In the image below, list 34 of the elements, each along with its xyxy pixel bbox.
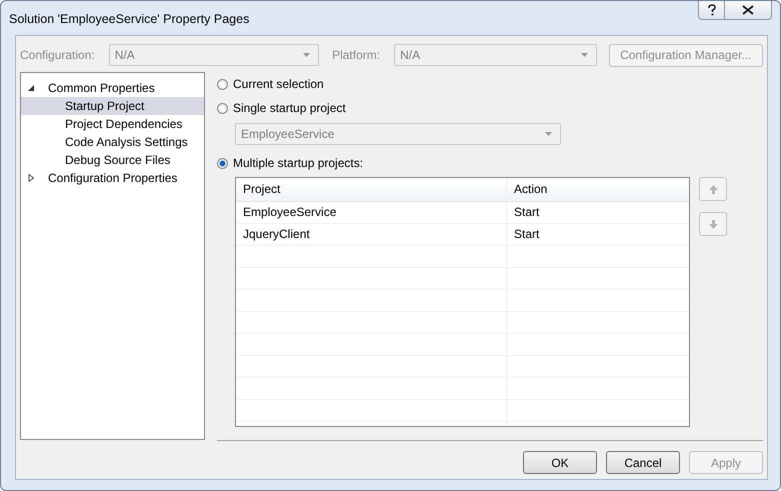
radio-button[interactable] — [217, 102, 228, 114]
column-header[interactable]: Action — [507, 178, 689, 201]
column-header[interactable]: Project — [236, 178, 507, 201]
radio-label[interactable]: Multiple startup projects: — [233, 156, 364, 170]
dialog-button[interactable]: Cancel — [606, 451, 680, 474]
close-button[interactable] — [725, 1, 772, 20]
table-cell: EmployeeService — [236, 202, 507, 223]
radio-label[interactable]: Current selection — [233, 77, 324, 91]
tree-item[interactable]: Configuration Properties — [46, 170, 180, 186]
platform-label: Platform: — [332, 48, 380, 62]
help-icon — [706, 4, 716, 16]
dialog-button[interactable]: OK — [523, 451, 597, 474]
table-cell[interactable]: Start — [507, 224, 689, 245]
tree-item[interactable]: Common Properties — [46, 80, 157, 96]
tree-item[interactable]: Code Analysis Settings — [21, 133, 204, 151]
radio-button[interactable] — [217, 158, 228, 168]
up-arrow-icon — [708, 184, 718, 194]
configuration-label: Configuration: — [20, 48, 95, 62]
expand-arrow-icon[interactable] — [27, 174, 35, 182]
dropdown-arrow-icon — [580, 53, 588, 57]
dropdown-arrow-icon — [545, 132, 552, 136]
close-icon — [742, 5, 754, 15]
dropdown-arrow-icon — [303, 53, 310, 57]
tree-item[interactable]: Project Dependencies — [21, 115, 204, 133]
table-cell[interactable]: Start — [507, 202, 689, 223]
down-arrow-icon — [708, 220, 718, 228]
tree-item[interactable]: Startup Project — [21, 97, 204, 115]
window-title: Solution 'EmployeeService' Property Pages — [8, 11, 250, 26]
radio-label[interactable]: Single startup project — [233, 101, 346, 115]
table-cell: JqueryClient — [236, 224, 507, 245]
help-button[interactable] — [698, 1, 725, 20]
collapse-arrow-icon[interactable] — [27, 84, 35, 92]
tree-item[interactable]: Debug Source Files — [21, 151, 204, 169]
radio-button[interactable] — [217, 78, 228, 90]
